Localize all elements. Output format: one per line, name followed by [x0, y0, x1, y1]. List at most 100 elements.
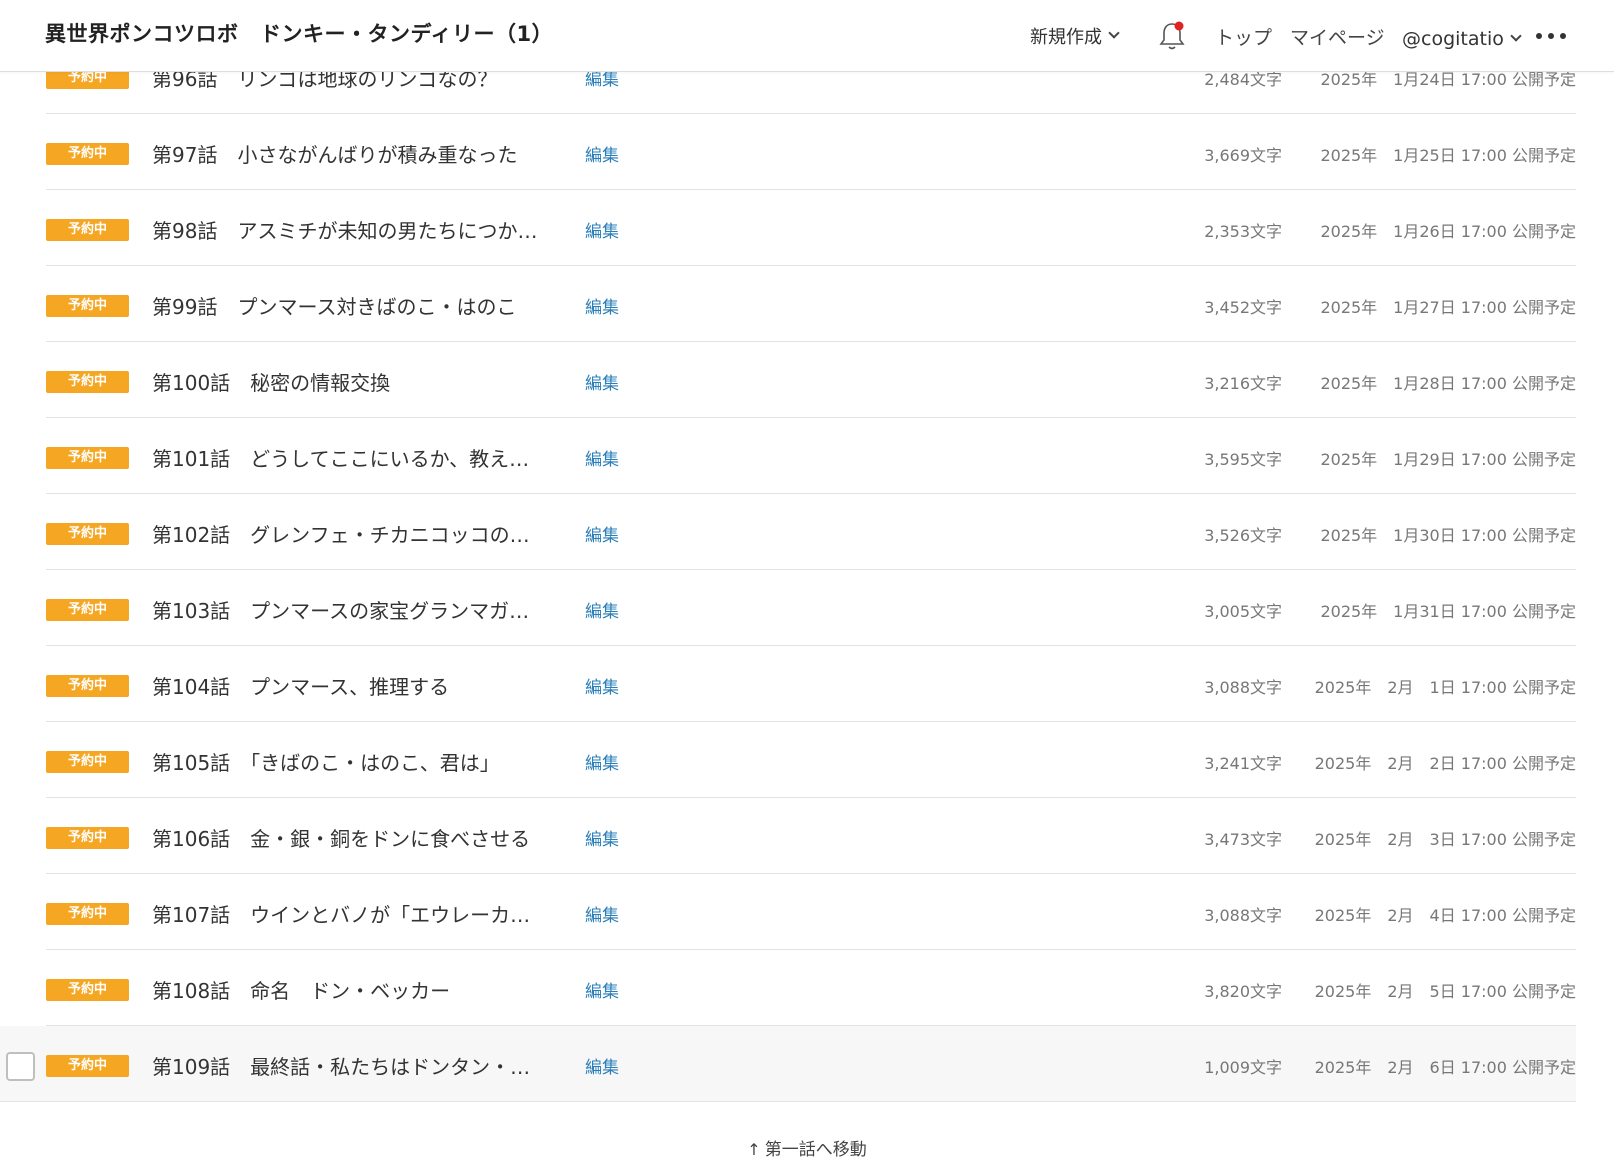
more-menu-button[interactable]	[1536, 0, 1566, 72]
char-count: 3,452文字	[1204, 298, 1282, 317]
user-menu-dropdown[interactable]: @cogitatio	[1402, 3, 1522, 75]
episode-row[interactable]: 予約中 第103話 プンマースの家宝グランマガ… 編集 3,005文字 2025年 1月…	[46, 570, 1576, 646]
edit-link[interactable]: 編集	[585, 521, 619, 546]
episode-row-content: 予約中 第107話 ウインとバノが「エウレーカ… 編集 3,088文字 2025年 2月…	[46, 874, 1576, 950]
episode-title[interactable]: 第109話 最終話・私たちはドンタン・…	[152, 1051, 530, 1080]
episode-row[interactable]: 予約中 第101話 どうしてここにいるか、教え… 編集 3,595文字 2025年 1月…	[46, 418, 1576, 494]
edit-link[interactable]: 編集	[585, 141, 619, 166]
publish-date: 2025年 1月31日 17:00 公開予定	[1320, 602, 1576, 621]
edit-link[interactable]: 編集	[585, 217, 619, 242]
episode-row[interactable]: 予約中 第102話 グレンフェ・チカニコッコの… 編集 3,526文字 2025年 1月…	[46, 494, 1576, 570]
publish-date: 2025年 2月 2日 17:00 公開予定	[1314, 754, 1576, 773]
episode-row[interactable]: 予約中 第97話 小さながんばりが積み重なった 編集 3,669文字 2025年 1月2…	[46, 114, 1576, 190]
episode-row[interactable]: 予約中 第106話 金・銀・銅をドンに食べさせる 編集 3,473文字 2025年 2月…	[46, 798, 1576, 874]
row-select-checkbox[interactable]	[6, 1052, 35, 1081]
edit-link[interactable]: 編集	[585, 825, 619, 850]
goto-first-episode: ↑ 第一話へ移動	[0, 1135, 1614, 1160]
episode-title[interactable]: 第107話 ウインとバノが「エウレーカ…	[152, 899, 530, 928]
status-badge: 予約中	[46, 751, 129, 773]
char-count: 3,595文字	[1204, 450, 1282, 469]
edit-link[interactable]: 編集	[585, 445, 619, 470]
nav-mypage-link[interactable]: マイページ	[1290, 0, 1385, 72]
edit-link[interactable]: 編集	[585, 369, 619, 394]
page-title[interactable]: 異世界ポンコツロボ ドンキー・タンディリー（1）	[45, 18, 553, 48]
notification-bell-button[interactable]	[1157, 0, 1187, 72]
episode-row[interactable]: 予約中 第107話 ウインとバノが「エウレーカ… 編集 3,088文字 2025年 2月…	[46, 874, 1576, 950]
status-badge: 予約中	[46, 1055, 129, 1077]
char-count: 3,820文字	[1204, 982, 1282, 1001]
publish-date: 2025年 1月26日 17:00 公開予定	[1320, 222, 1576, 241]
episode-row[interactable]: 予約中 第99話 プンマース対きばのこ・はのこ 編集 3,452文字 2025年 1月2…	[46, 266, 1576, 342]
episode-title[interactable]: 第106話 金・銀・銅をドンに食べさせる	[152, 823, 530, 852]
char-count: 1,009文字	[1204, 1058, 1282, 1077]
episode-title[interactable]: 第101話 どうしてここにいるか、教え…	[152, 443, 529, 472]
episode-row-content: 予約中 第101話 どうしてここにいるか、教え… 編集 3,595文字 2025年 1月…	[46, 418, 1576, 494]
episode-row[interactable]: 予約中 第98話 アスミチが未知の男たちにつか… 編集 2,353文字 2025年 1月…	[46, 190, 1576, 266]
episode-title[interactable]: 第104話 プンマース、推理する	[152, 671, 449, 700]
episode-title[interactable]: 第103話 プンマースの家宝グランマガ…	[152, 595, 529, 624]
char-count: 3,088文字	[1204, 678, 1282, 697]
episode-title[interactable]: 第108話 命名 ドン・ベッカー	[152, 975, 450, 1004]
edit-link[interactable]: 編集	[585, 1053, 619, 1078]
chevron-down-icon	[1108, 27, 1120, 39]
episode-row[interactable]: 予約中 第100話 秘密の情報交換 編集 3,216文字 2025年 1月28日 17:…	[46, 342, 1576, 418]
publish-date: 2025年 1月25日 17:00 公開予定	[1320, 146, 1576, 165]
bell-icon	[1159, 21, 1185, 50]
episode-row[interactable]: 予約中 第104話 プンマース、推理する 編集 3,088文字 2025年 2月 1日 …	[46, 646, 1576, 722]
nav-top-link[interactable]: トップ	[1215, 0, 1272, 72]
publish-date: 2025年 1月28日 17:00 公開予定	[1320, 374, 1576, 393]
status-badge: 予約中	[46, 827, 129, 849]
edit-link[interactable]: 編集	[585, 597, 619, 622]
char-count: 3,241文字	[1204, 754, 1282, 773]
status-badge: 予約中	[46, 979, 129, 1001]
more-dots-icon	[1536, 33, 1566, 39]
episode-row-content: 予約中 第98話 アスミチが未知の男たちにつか… 編集 2,353文字 2025年 1月…	[46, 190, 1576, 266]
episode-title[interactable]: 第105話 「きばのこ・はのこ、君は」	[152, 747, 500, 776]
site-header: 異世界ポンコツロボ ドンキー・タンディリー（1） 新規作成 トップ マイページ …	[0, 0, 1614, 72]
episode-title[interactable]: 第100話 秘密の情報交換	[152, 367, 390, 396]
status-badge: 予約中	[46, 675, 129, 697]
char-count: 2,353文字	[1204, 222, 1282, 241]
char-count: 3,005文字	[1204, 602, 1282, 621]
arrow-up-icon: ↑	[747, 1140, 761, 1159]
goto-first-link[interactable]: ↑ 第一話へ移動	[747, 1140, 866, 1160]
publish-date: 2025年 1月29日 17:00 公開予定	[1320, 450, 1576, 469]
episode-row-content: 予約中 第104話 プンマース、推理する 編集 3,088文字 2025年 2月 1日 …	[46, 646, 1576, 722]
char-count: 3,216文字	[1204, 374, 1282, 393]
char-count: 3,669文字	[1204, 146, 1282, 165]
episode-row-content: 予約中 第108話 命名 ドン・ベッカー 編集 3,820文字 2025年 2月 5日 …	[46, 950, 1576, 1026]
episode-row-content: 予約中 第97話 小さながんばりが積み重なった 編集 3,669文字 2025年 1月2…	[46, 114, 1576, 190]
episode-row-content: 予約中 第106話 金・銀・銅をドンに食べさせる 編集 3,473文字 2025年 2月…	[46, 798, 1576, 874]
chevron-down-icon	[1510, 30, 1522, 42]
status-badge: 予約中	[46, 295, 129, 317]
publish-date: 2025年 1月30日 17:00 公開予定	[1320, 526, 1576, 545]
publish-date: 2025年 2月 5日 17:00 公開予定	[1314, 982, 1576, 1001]
new-create-label: 新規作成	[1030, 27, 1102, 48]
publish-date: 2025年 1月27日 17:00 公開予定	[1320, 298, 1576, 317]
char-count: 3,473文字	[1204, 830, 1282, 849]
episode-row[interactable]: 予約中 第109話 最終話・私たちはドンタン・… 編集 1,009文字 2025年 2月…	[0, 1026, 1576, 1102]
episode-row[interactable]: 予約中 第105話 「きばのこ・はのこ、君は」 編集 3,241文字 2025年 2月 …	[46, 722, 1576, 798]
new-create-dropdown[interactable]: 新規作成	[1030, 0, 1120, 72]
episode-row[interactable]: 予約中 第108話 命名 ドン・ベッカー 編集 3,820文字 2025年 2月 5日 …	[46, 950, 1576, 1026]
episode-title[interactable]: 第99話 プンマース対きばのこ・はのこ	[152, 291, 516, 320]
publish-date: 2025年 2月 6日 17:00 公開予定	[1314, 1058, 1576, 1077]
status-badge: 予約中	[46, 903, 129, 925]
status-badge: 予約中	[46, 523, 129, 545]
edit-link[interactable]: 編集	[585, 749, 619, 774]
edit-link[interactable]: 編集	[585, 293, 619, 318]
edit-link[interactable]: 編集	[585, 901, 619, 926]
publish-date: 2025年 2月 4日 17:00 公開予定	[1314, 906, 1576, 925]
episode-row-content: 予約中 第102話 グレンフェ・チカニコッコの… 編集 3,526文字 2025年 1月…	[46, 494, 1576, 570]
episode-title[interactable]: 第97話 小さながんばりが積み重なった	[152, 139, 517, 168]
edit-link[interactable]: 編集	[585, 977, 619, 1002]
status-badge: 予約中	[46, 447, 129, 469]
episode-title[interactable]: 第98話 アスミチが未知の男たちにつか…	[152, 215, 537, 244]
goto-first-label: 第一話へ移動	[764, 1140, 867, 1160]
user-name: @cogitatio	[1402, 28, 1504, 50]
edit-link[interactable]: 編集	[585, 673, 619, 698]
episode-list: 予約中 第96話 リンゴは地球のリンゴなの？ 編集 2,484文字 2025年 1月24…	[0, 38, 1614, 1102]
episode-row-content: 予約中 第105話 「きばのこ・はのこ、君は」 編集 3,241文字 2025年 2月 …	[46, 722, 1576, 798]
episode-title[interactable]: 第102話 グレンフェ・チカニコッコの…	[152, 519, 530, 548]
status-badge: 予約中	[46, 219, 129, 241]
